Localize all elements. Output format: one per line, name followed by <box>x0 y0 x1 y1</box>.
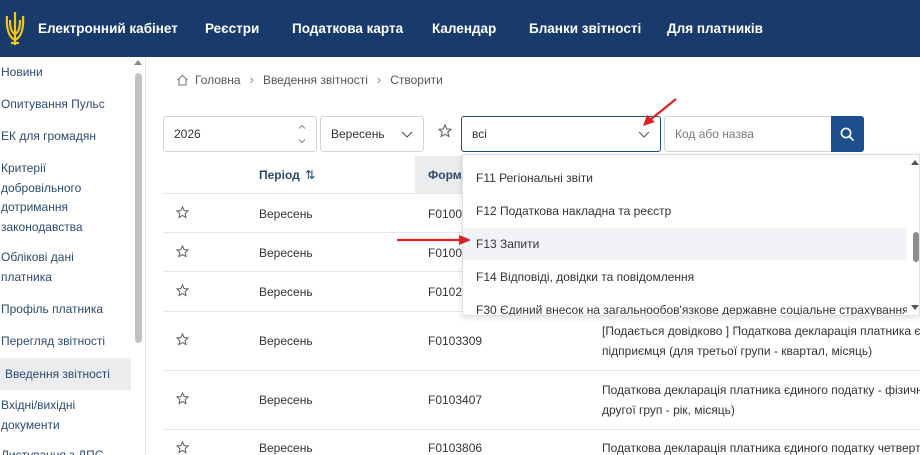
row-period: Вересень <box>259 441 313 455</box>
column-header-period[interactable]: Період ⇅ <box>259 156 315 194</box>
nav-registers[interactable]: Реєстри <box>205 0 259 57</box>
chevron-down-icon <box>638 131 650 138</box>
search-icon <box>840 127 855 142</box>
sidebar-item-enter-reports[interactable]: Введення звітності <box>0 358 131 390</box>
row-description-line: другої груп - рік, місяць) <box>602 403 735 417</box>
row-description: Податкова декларація платника єдиного по… <box>602 438 920 455</box>
dropdown-option-f11[interactable]: F11 Регіональні звіти <box>463 162 907 194</box>
nav-calendar[interactable]: Календар <box>432 0 496 57</box>
row-description: [Подається довідково ] Податкова деклара… <box>602 321 920 361</box>
row-form-code: F0103806 <box>428 441 483 455</box>
search-button[interactable] <box>831 116 864 152</box>
dropdown-option-f12[interactable]: F12 Податкова накладна та реєстр <box>463 195 907 227</box>
star-icon[interactable] <box>176 245 189 258</box>
year-value: 2026 <box>174 127 201 141</box>
row-description: Податкова декларація платника єдиного по… <box>602 380 920 420</box>
sidebar-item-correspondence[interactable]: Листування з ДПС <box>0 446 131 455</box>
row-description-line: [Подається довідково ] Податкова деклара… <box>602 324 920 338</box>
breadcrumb-enter-reports[interactable]: Введення звітності <box>263 73 368 87</box>
row-form-code: F0103309 <box>428 334 483 348</box>
sidebar-item-view-reports[interactable]: Перегляд звітності <box>0 332 131 352</box>
row-description-line: Податкова декларація платника єдиного по… <box>602 441 920 455</box>
trident-logo-icon[interactable] <box>4 10 26 48</box>
sidebar-item-citizens[interactable]: ЕК для громадян <box>0 127 131 147</box>
row-description-line: Податкова декларація платника єдиного по… <box>602 383 920 397</box>
nav-for-payers[interactable]: Для платників <box>667 0 763 57</box>
star-icon[interactable] <box>176 284 189 297</box>
chevron-down-icon <box>401 131 413 138</box>
row-form-code: F0103407 <box>428 393 483 407</box>
row-period: Вересень <box>259 393 313 407</box>
brand-title[interactable]: Електронний кабінет <box>38 0 178 57</box>
sidebar-item-documents[interactable]: Вхідні/вихідні документи <box>0 396 110 435</box>
sidebar-item-pulse-survey[interactable]: Опитування Пульс <box>0 95 131 115</box>
row-period: Вересень <box>259 246 313 260</box>
row-description-line: підприємця (для третьої групи - квартал,… <box>602 344 873 358</box>
dropdown-option-f14[interactable]: F14 Відповіді, довідки та повідомлення <box>463 261 907 293</box>
breadcrumb: Головна › Введення звітності › Створити <box>176 72 443 87</box>
form-group-select[interactable]: всі <box>461 116 661 152</box>
month-value: Вересень <box>331 127 385 141</box>
chevron-right-icon: › <box>376 72 382 87</box>
star-icon[interactable] <box>176 206 189 219</box>
sidebar-scrollbar-thumb[interactable] <box>135 73 142 343</box>
row-divider <box>163 370 920 371</box>
dropdown-scroll-down-icon[interactable] <box>911 305 919 310</box>
sidebar-item-payer-records[interactable]: Облікові дані платника <box>0 248 100 287</box>
star-icon[interactable] <box>176 441 189 454</box>
sidebar-item-news[interactable]: Новини <box>0 63 131 83</box>
nav-tax-map[interactable]: Податкова карта <box>292 0 403 57</box>
dropdown-scrollbar-thumb[interactable] <box>913 232 919 262</box>
chevron-up-icon[interactable] <box>298 123 306 131</box>
sidebar-item-payer-profile[interactable]: Профіль платника <box>0 300 131 320</box>
nav-report-forms[interactable]: Бланки звітності <box>529 0 641 57</box>
star-icon[interactable] <box>176 333 189 346</box>
month-select[interactable]: Вересень <box>320 116 424 152</box>
sort-icon[interactable]: ⇅ <box>305 168 315 182</box>
form-group-dropdown-list[interactable]: F11 Регіональні звіти F12 Податкова накл… <box>462 154 920 316</box>
dropdown-option-f30[interactable]: F30 Єдиний внесок на загальнообов'язкове… <box>463 294 907 315</box>
sidebar-item-compliance-criteria[interactable]: Критерії добровільного дотримання законо… <box>0 159 100 237</box>
sidebar-scroll-up-icon[interactable] <box>134 60 142 65</box>
year-stepper[interactable]: 2026 <box>163 116 317 152</box>
form-group-value: всі <box>472 127 487 141</box>
breadcrumb-create: Створити <box>390 72 443 87</box>
period-header-label: Період <box>259 168 300 182</box>
sidebar: Новини Опитування Пульс ЕК для громадян … <box>0 57 146 455</box>
chevron-right-icon: › <box>249 72 254 87</box>
row-period: Вересень <box>259 334 313 348</box>
home-icon[interactable] <box>176 74 189 86</box>
row-divider <box>163 429 920 430</box>
breadcrumb-home[interactable]: Головна <box>195 73 241 87</box>
search-input[interactable] <box>664 116 831 152</box>
favorites-star-icon[interactable] <box>438 124 452 138</box>
row-period: Вересень <box>259 285 313 299</box>
row-period: Вересень <box>259 207 313 221</box>
dropdown-option-f13[interactable]: F13 Запити <box>463 228 907 260</box>
top-navigation-bar: Електронний кабінет Реєстри Податкова ка… <box>0 0 920 57</box>
dropdown-scroll-up-icon[interactable] <box>911 160 919 165</box>
star-icon[interactable] <box>176 392 189 405</box>
chevron-down-icon[interactable] <box>298 137 306 145</box>
